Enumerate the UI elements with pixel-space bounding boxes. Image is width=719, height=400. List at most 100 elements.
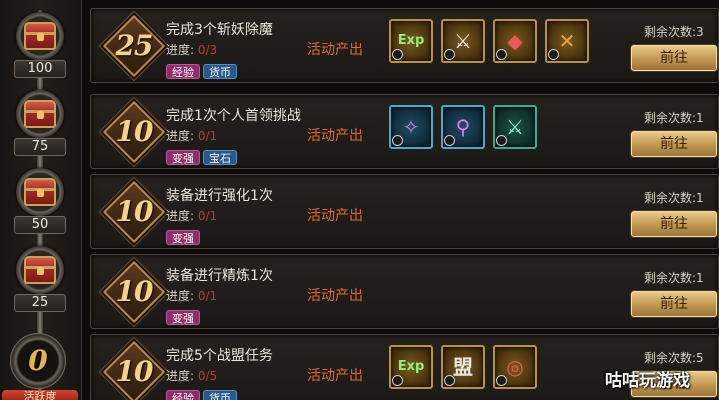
milestone-25[interactable]: 25 [8,242,72,322]
task-tags: 变强 [166,307,203,325]
milestone-75[interactable]: 75 [8,86,72,166]
progress-label: 进度: [166,43,195,57]
task-tags: 经验 货币 [166,387,240,400]
remaining-label: 剩余次数: [644,191,697,205]
remaining-count: 剩余次数:1 [644,189,704,206]
task-progress: 进度: 0/1 [166,127,217,144]
lock-badge-icon [444,135,455,146]
reward-item[interactable]: 盟 [441,345,485,389]
task-progress: 进度: 0/3 [166,41,217,58]
remaining-label: 剩余次数: [644,111,697,125]
remaining-label: 剩余次数: [644,271,697,285]
remaining-count: 剩余次数:5 [644,349,704,366]
progress-value: 0/3 [197,43,218,57]
lock-badge-icon [392,135,403,146]
remaining-label: 剩余次数: [644,25,697,39]
milestone-50[interactable]: 50 [8,164,72,244]
treasure-chest-icon [24,100,56,128]
source-text: 活动产出 [307,128,363,144]
treasure-chest-icon [24,256,56,284]
points-badge: 10 [102,340,166,400]
milestone-label: 50 [14,216,66,234]
points-value: 25 [115,29,154,62]
task-tag: 变强 [166,150,200,165]
task-progress: 进度: 0/1 [166,287,217,304]
task-tag: 货币 [203,64,237,79]
task-row: 10 完成1次个人首领挑战 进度: 0/1 变强 宝石 活动产出 ✧ ⚲ ⚔ 剩余次数:1 前往 [90,94,719,169]
goto-button[interactable]: 前往 [631,45,717,71]
task-tag: 宝石 [203,150,237,165]
lock-badge-icon [496,49,507,60]
points-badge: 25 [102,14,166,78]
progress-label: 进度: [166,209,195,223]
task-title: 完成1次个人首领挑战 [166,108,301,124]
lock-badge-icon [392,49,403,60]
progress-label: 进度: [166,369,195,383]
goto-button[interactable]: 前往 [631,131,717,157]
task-tag: 变强 [166,310,200,325]
reward-item[interactable]: ⚲ [441,105,485,149]
current-activity-value: 0 [28,344,48,377]
treasure-chest-icon [24,178,56,206]
reward-item[interactable]: ⚔ [441,19,485,63]
reward-item[interactable]: ⚔ [493,105,537,149]
reward-item[interactable]: Exp [389,345,433,389]
remaining-label: 剩余次数: [644,351,697,365]
task-tag: 经验 [166,390,200,400]
progress-label: 进度: [166,129,195,143]
reward-item[interactable]: ✕ [545,19,589,63]
reward-item[interactable]: ✧ [389,105,433,149]
lock-badge-icon [444,375,455,386]
task-tag: 货币 [203,390,237,400]
activity-banner: 活跃度 [2,390,78,400]
points-value: 10 [115,355,154,388]
progress-value: 0/1 [197,289,218,303]
task-tag: 经验 [166,64,200,79]
source-text: 活动产出 [307,368,363,384]
milestone-100[interactable]: 100 [8,8,72,88]
remaining-value: 1 [696,111,704,125]
task-row: 10 装备进行强化1次 进度: 0/1 变强 活动产出 剩余次数:1 前往 [90,174,719,249]
progress-value: 0/1 [197,129,218,143]
task-title: 完成3个斩妖除魔 [166,22,273,38]
task-progress: 进度: 0/1 [166,207,217,224]
remaining-value: 1 [696,271,704,285]
source-text: 活动产出 [307,288,363,304]
remaining-value: 5 [696,351,704,365]
task-title: 装备进行强化1次 [166,188,273,204]
progress-value: 0/1 [197,209,218,223]
watermark: 咕咕玩游戏 [605,371,690,391]
task-row: 25 完成3个斩妖除魔 进度: 0/3 经验 货币 活动产出 Exp ⚔ ◆ ✕ 剩余次数:3 前往 [90,8,719,83]
source-text: 活动产出 [307,42,363,58]
lock-badge-icon [496,135,507,146]
progress-label: 进度: [166,289,195,303]
reward-item[interactable]: ◎ [493,345,537,389]
treasure-chest-icon [24,22,56,50]
points-value: 10 [115,115,154,148]
reward-item[interactable]: Exp [389,19,433,63]
points-badge: 10 [102,180,166,244]
remaining-count: 剩余次数:1 [644,269,704,286]
task-progress: 进度: 0/5 [166,367,217,384]
lock-badge-icon [496,375,507,386]
lock-badge-icon [548,49,559,60]
source-text: 活动产出 [307,208,363,224]
remaining-value: 1 [696,191,704,205]
goto-button[interactable]: 前往 [631,211,717,237]
task-title: 装备进行精炼1次 [166,268,273,284]
task-row: 10 装备进行精炼1次 进度: 0/1 变强 活动产出 剩余次数:1 前往 [90,254,719,329]
goto-button[interactable]: 前往 [631,291,717,317]
milestone-label: 100 [14,60,66,78]
points-value: 10 [115,195,154,228]
remaining-value: 3 [696,25,704,39]
lock-badge-icon [444,49,455,60]
remaining-count: 剩余次数:1 [644,109,704,126]
task-tags: 变强 宝石 [166,147,240,165]
reward-item[interactable]: ◆ [493,19,537,63]
task-tags: 变强 [166,227,203,245]
progress-value: 0/5 [197,369,218,383]
task-tag: 变强 [166,230,200,245]
remaining-count: 剩余次数:3 [644,23,704,40]
points-badge: 10 [102,260,166,324]
task-title: 完成5个战盟任务 [166,348,273,364]
